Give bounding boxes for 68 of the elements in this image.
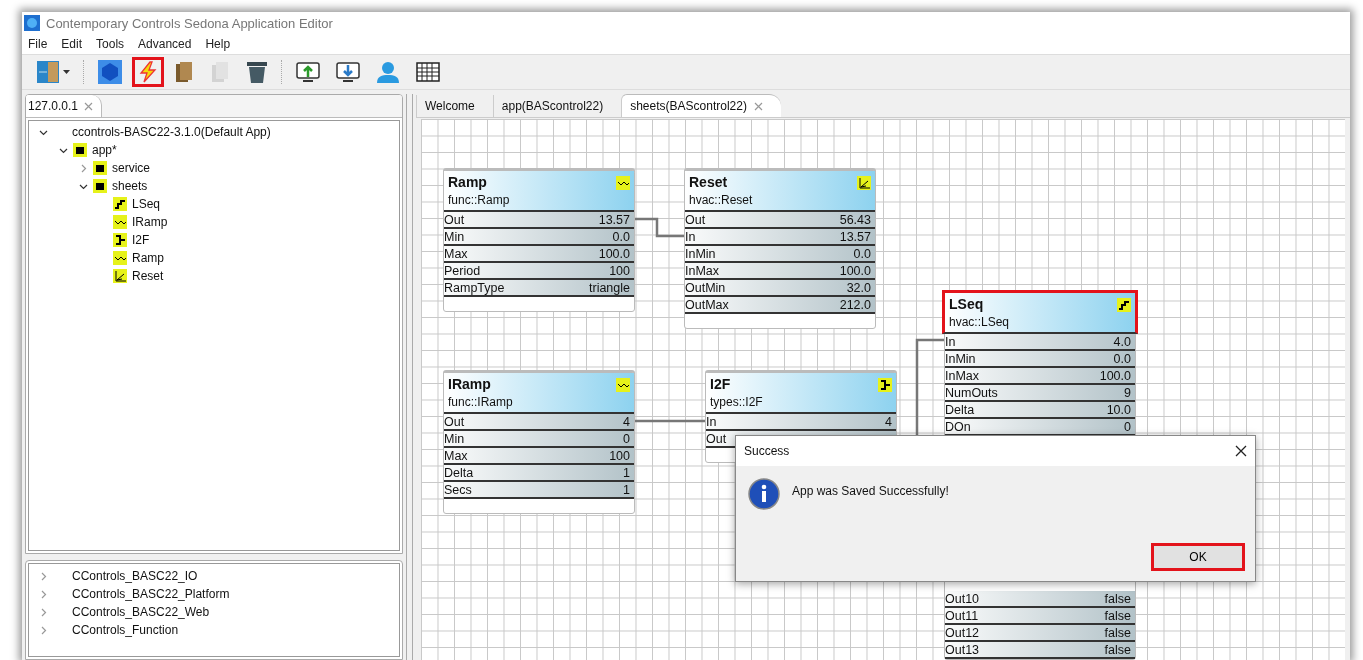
slot-name: In: [685, 229, 696, 244]
slot-name: Out10: [945, 591, 980, 606]
slot-value: 1: [623, 482, 630, 497]
slot-value: false: [1104, 625, 1131, 640]
slot-value: 9: [1124, 385, 1131, 400]
slot-value: 13.57: [839, 229, 871, 244]
slot-name: Out: [706, 431, 727, 446]
slot-name: Min: [444, 431, 465, 446]
slot-name: Delta: [945, 402, 975, 417]
slot-value: 1: [623, 465, 630, 480]
node-type: func::Ramp: [448, 193, 511, 209]
slot-value: 0.0: [612, 229, 630, 244]
slot-value: triangle: [589, 280, 630, 295]
slot-value: 0.0: [1113, 351, 1131, 366]
slot-value: 0: [623, 431, 630, 446]
slot-name: Period: [444, 263, 481, 278]
node-type: hvac::Reset: [689, 193, 754, 209]
slot-name: OutMin: [685, 280, 726, 295]
slot-name: RampType: [444, 280, 505, 295]
slot-value: 10.0: [1106, 402, 1131, 417]
slot-name: In: [945, 334, 956, 349]
slot-name: NumOuts: [945, 385, 998, 400]
node-title: Ramp: [448, 174, 488, 192]
node-type: hvac::LSeq: [949, 315, 1011, 331]
dialog-title: Success: [744, 444, 790, 458]
slot-value: 13.57: [598, 212, 630, 227]
node-title: IRamp: [448, 376, 492, 394]
slot-name: InMin: [685, 246, 716, 261]
slot-name: OutMax: [685, 297, 729, 312]
node-title: LSeq: [949, 296, 985, 314]
node-type: func::IRamp: [448, 395, 514, 411]
node-title: I2F: [710, 376, 732, 394]
slot-name: Secs: [444, 482, 472, 497]
slot-name: Out11: [945, 608, 979, 623]
slot-value: 0: [1124, 419, 1131, 434]
slot-value: false: [1104, 642, 1131, 657]
slot-value: 32.0: [846, 280, 871, 295]
slot-name: Out: [444, 212, 465, 227]
slot-name: Max: [444, 246, 468, 261]
slot-value: 100.0: [839, 263, 871, 278]
dialog-message: App was Saved Successfully!: [792, 483, 949, 498]
node-type: types::I2F: [710, 395, 764, 411]
slot-name: Delta: [444, 465, 474, 480]
slot-name: Out13: [945, 642, 980, 657]
slot-value: 212.0: [839, 297, 871, 312]
slot-value: 4: [623, 414, 630, 429]
slot-value: 0.0: [853, 246, 871, 261]
slot-name: Max: [444, 448, 468, 463]
slot-name: Out: [685, 212, 706, 227]
slot-name: InMax: [685, 263, 720, 278]
slot-value: 100: [609, 263, 630, 278]
slot-value: 100: [609, 448, 630, 463]
slot-value: 100.0: [1099, 368, 1131, 383]
node-title: Reset: [689, 174, 729, 192]
slot-value: false: [1104, 591, 1131, 606]
slot-name: InMax: [945, 368, 980, 383]
slot-name: Out12: [945, 625, 980, 640]
slot-value: 4.0: [1113, 334, 1131, 349]
slot-name: Out: [444, 414, 465, 429]
slot-name: Min: [444, 229, 465, 244]
slot-name: In: [706, 414, 717, 429]
slot-name: DOn: [945, 419, 971, 434]
slot-value: 4: [885, 414, 892, 429]
slot-value: 100.0: [598, 246, 630, 261]
slot-value: false: [1104, 608, 1131, 623]
window-title: Contemporary Controls Sedona Application Editor: [46, 15, 333, 31]
slot-name: InMin: [945, 351, 976, 366]
slot-value: 56.43: [839, 212, 871, 227]
